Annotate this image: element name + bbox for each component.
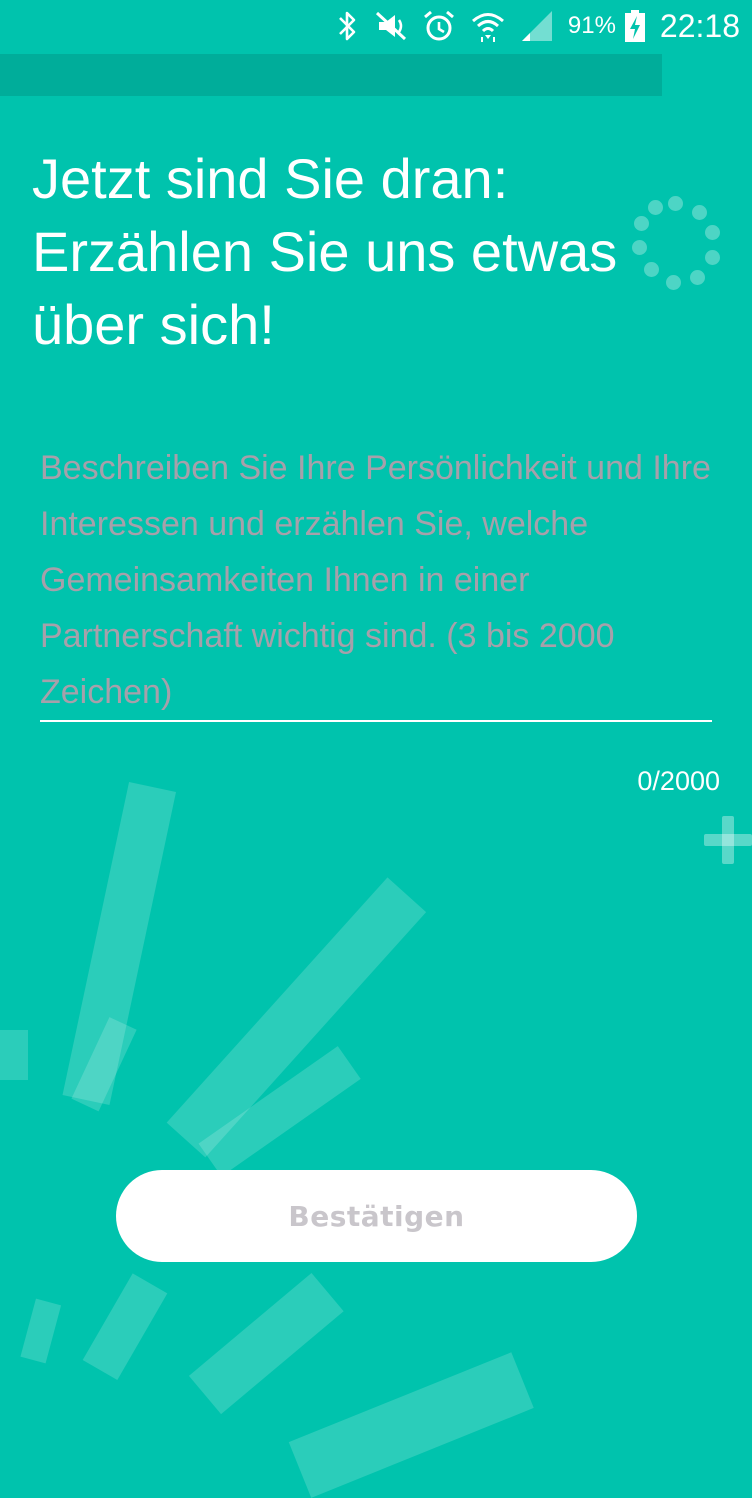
mute-icon (374, 10, 408, 42)
decorative-ray (82, 1273, 168, 1380)
status-clock: 22:18 (659, 7, 740, 44)
wifi-icon (470, 9, 506, 43)
decorative-ray (0, 1030, 28, 1080)
battery-percent: 91% (567, 12, 616, 39)
signal-icon (520, 9, 554, 43)
status-bar: 91% 22:18 (0, 0, 752, 52)
confirm-button[interactable]: Bestätigen (116, 1170, 637, 1262)
progress-bar (0, 54, 662, 96)
decorative-ray (20, 1298, 62, 1364)
decorative-ray (288, 1352, 534, 1498)
bluetooth-icon (334, 9, 360, 43)
alarm-icon (422, 9, 456, 43)
character-counter: 0/2000 (637, 766, 720, 796)
page-title: Jetzt sind Sie dran: Erzählen Sie uns et… (32, 147, 618, 356)
battery-charging-icon (624, 9, 646, 43)
about-input-container (40, 440, 712, 724)
decorative-ray (188, 1273, 344, 1415)
about-me-input[interactable] (40, 440, 712, 722)
